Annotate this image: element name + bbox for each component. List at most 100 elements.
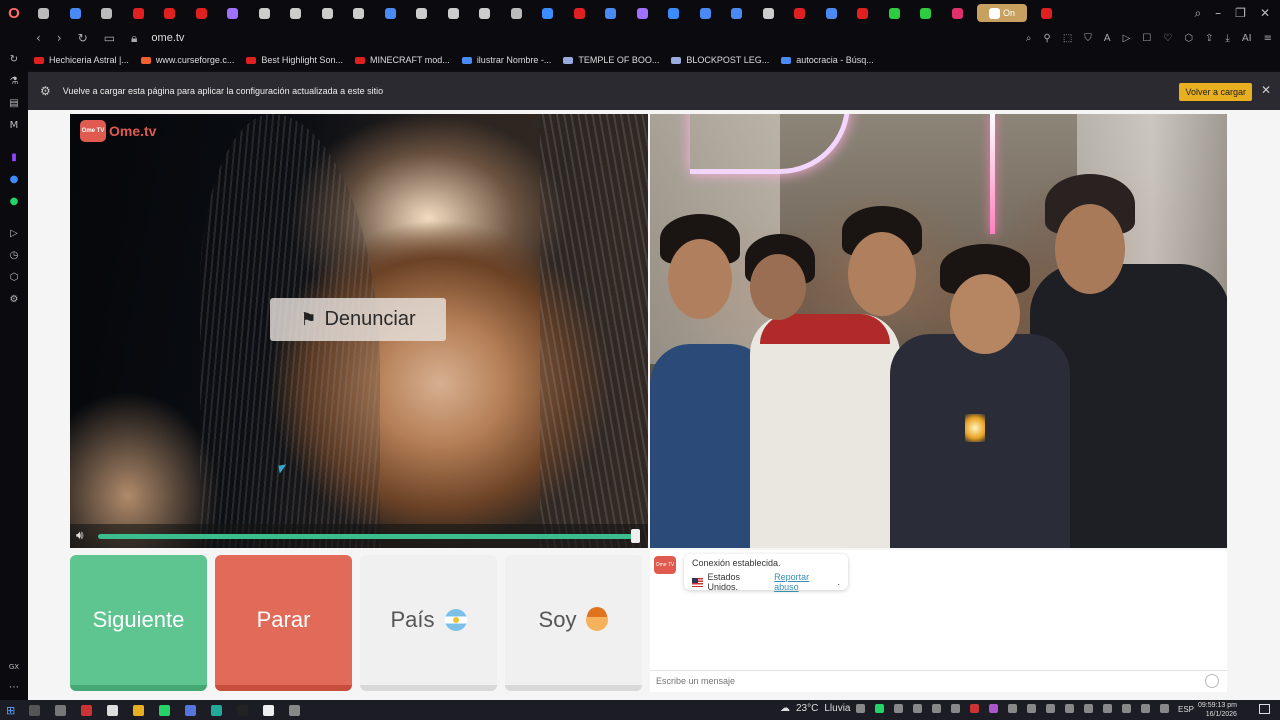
- browser-tab[interactable]: [501, 0, 533, 26]
- tray-icon[interactable]: [932, 704, 941, 713]
- close-infobar-icon[interactable]: ✕: [1261, 83, 1271, 97]
- browser-tab[interactable]: [564, 0, 596, 26]
- browser-tab[interactable]: [123, 0, 155, 26]
- task-view-icon[interactable]: [55, 704, 67, 716]
- tray-icon[interactable]: [970, 704, 979, 713]
- reload-page-button[interactable]: Volver a cargar: [1179, 83, 1252, 101]
- browser-tab[interactable]: [469, 0, 501, 26]
- volume-handle[interactable]: [631, 529, 640, 543]
- maximize-icon[interactable]: ❐: [1235, 6, 1246, 20]
- shield-icon[interactable]: ⛉: [1084, 33, 1092, 44]
- search-icon[interactable]: [29, 704, 41, 716]
- search-tabs-icon[interactable]: ⌕: [1194, 6, 1201, 21]
- browser-tab[interactable]: [1031, 0, 1063, 26]
- snapshot-icon[interactable]: ⬚: [1063, 33, 1072, 44]
- browser-tab[interactable]: [154, 0, 186, 26]
- store-icon[interactable]: [107, 704, 119, 716]
- twitch-icon[interactable]: ▮: [7, 150, 21, 164]
- bookmark-item[interactable]: Best Highlight Son...: [240, 55, 349, 65]
- url-field[interactable]: ome.tv: [151, 32, 184, 44]
- more-icon[interactable]: ⋯: [7, 680, 21, 694]
- browser-tab[interactable]: [784, 0, 816, 26]
- bookmark-item[interactable]: BLOCKPOST LEG...: [665, 55, 775, 65]
- bookmark-item[interactable]: Hechiceria Astral |...: [28, 55, 135, 65]
- obs-icon[interactable]: [289, 704, 301, 716]
- ai-icon[interactable]: AI: [1242, 33, 1252, 44]
- player-icon[interactable]: ▷: [7, 226, 21, 240]
- language-indicator[interactable]: ESP: [1178, 705, 1194, 714]
- threads-icon[interactable]: [263, 704, 275, 716]
- back-icon[interactable]: ‹: [36, 31, 41, 46]
- bookmark-item[interactable]: autocracia - Búsq...: [775, 55, 880, 65]
- reload-icon[interactable]: ↻: [78, 31, 88, 46]
- report-abuse-link[interactable]: Reportar abuso: [774, 572, 833, 592]
- camera-icon[interactable]: ▭: [104, 31, 115, 46]
- bookmark-item[interactable]: TEMPLE OF BOO...: [557, 55, 665, 65]
- browser-tab[interactable]: [942, 0, 974, 26]
- volume-slider[interactable]: [98, 534, 636, 539]
- refresh-sidebar-icon[interactable]: ↻: [7, 52, 21, 66]
- browser-tab[interactable]: [627, 0, 659, 26]
- play-icon[interactable]: ▷: [1123, 33, 1131, 44]
- browser-tab[interactable]: [532, 0, 564, 26]
- m-app-icon[interactable]: M: [7, 118, 21, 132]
- share-icon[interactable]: ⇪: [1205, 33, 1213, 44]
- opera-gx-taskbar-icon[interactable]: [81, 704, 93, 716]
- browser-tab[interactable]: [690, 0, 722, 26]
- browser-tab[interactable]: [438, 0, 470, 26]
- browser-tab[interactable]: [879, 0, 911, 26]
- zoom-icon[interactable]: ⌕: [1026, 33, 1032, 44]
- notification-icon[interactable]: [1259, 704, 1270, 714]
- browser-tab[interactable]: [595, 0, 627, 26]
- browser-tab[interactable]: [249, 0, 281, 26]
- settings-icon[interactable]: ⚙: [7, 292, 21, 306]
- clock[interactable]: 09:59:13 pm 16/1/2026: [1198, 701, 1237, 719]
- tray-icon[interactable]: [1008, 704, 1017, 713]
- browser-tab[interactable]: [91, 0, 123, 26]
- browser-tab[interactable]: [816, 0, 848, 26]
- download-icon[interactable]: ⤓: [1225, 33, 1229, 44]
- tray-icon[interactable]: [1065, 704, 1074, 713]
- whatsapp-icon[interactable]: ●: [7, 194, 21, 208]
- next-button[interactable]: Siguiente: [70, 555, 207, 691]
- browser-tab[interactable]: [186, 0, 218, 26]
- tray-icon[interactable]: [1122, 704, 1131, 713]
- tray-icon[interactable]: [989, 704, 998, 713]
- browser-tab[interactable]: [721, 0, 753, 26]
- stop-button[interactable]: Parar: [215, 555, 352, 691]
- browser-tab[interactable]: [312, 0, 344, 26]
- aria-icon[interactable]: ⚗: [7, 74, 21, 88]
- tray-icon[interactable]: [894, 704, 903, 713]
- news-icon[interactable]: ▤: [7, 96, 21, 110]
- tray-icon[interactable]: [1103, 704, 1112, 713]
- browser-tab[interactable]: [375, 0, 407, 26]
- browser-tab[interactable]: [28, 0, 60, 26]
- forward-icon[interactable]: ›: [57, 31, 62, 46]
- opera-gx-logo-icon[interactable]: O: [0, 0, 28, 26]
- wallet-icon[interactable]: ☐: [1142, 33, 1151, 44]
- extensions-icon[interactable]: ⬡: [1184, 33, 1193, 44]
- gx-label[interactable]: GX: [7, 660, 21, 674]
- windows-start-icon[interactable]: ⊞: [6, 704, 15, 717]
- menu-icon[interactable]: ≡: [1264, 33, 1272, 44]
- tray-icon[interactable]: [1027, 704, 1036, 713]
- extensions-sidebar-icon[interactable]: ⬡: [7, 270, 21, 284]
- bookmark-item[interactable]: ilustrar Nombre -...: [456, 55, 558, 65]
- browser-tab[interactable]: [406, 0, 438, 26]
- translate-icon[interactable]: A: [1104, 33, 1111, 44]
- browser-tab[interactable]: [753, 0, 785, 26]
- tray-icon[interactable]: [1084, 704, 1093, 713]
- bookmark-item[interactable]: www.curseforge.c...: [135, 55, 241, 65]
- close-window-icon[interactable]: ✕: [1260, 6, 1270, 20]
- pin-icon[interactable]: ⚲: [1044, 33, 1051, 44]
- browser-tab[interactable]: [280, 0, 312, 26]
- browser-tab[interactable]: [658, 0, 690, 26]
- tray-icon[interactable]: [1046, 704, 1055, 713]
- tray-icon[interactable]: [951, 704, 960, 713]
- app-icon[interactable]: [185, 704, 197, 716]
- report-button[interactable]: ⚑ Denunciar: [270, 298, 446, 341]
- edge-icon[interactable]: [211, 704, 223, 716]
- active-tab[interactable]: On: [977, 4, 1027, 22]
- tray-whatsapp-icon[interactable]: [875, 704, 884, 713]
- tray-icon[interactable]: [913, 704, 922, 713]
